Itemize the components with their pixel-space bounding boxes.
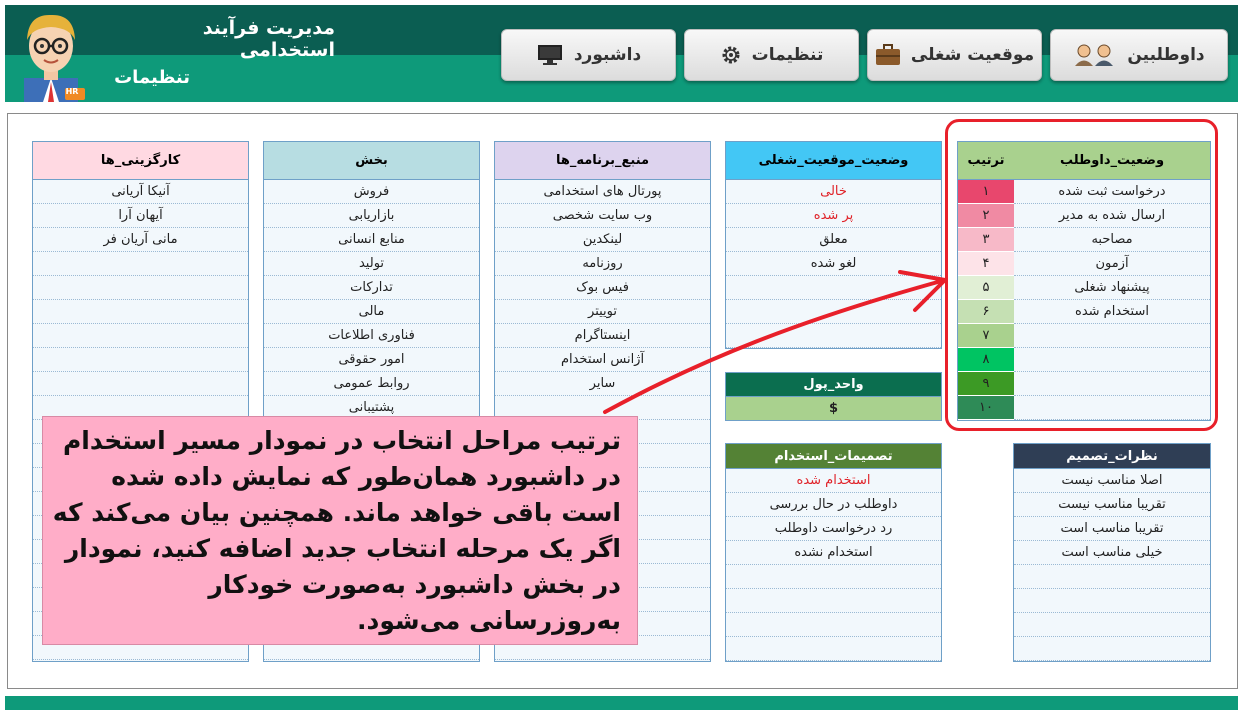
hiring-decision-cell[interactable]: استخدام نشده	[726, 541, 941, 565]
source-cell[interactable]: اینستاگرام	[495, 324, 710, 348]
department-cell[interactable]: روابط عمومی	[264, 372, 479, 396]
department-cell[interactable]: امور حقوقی	[264, 348, 479, 372]
department-cell[interactable]: فروش	[264, 180, 479, 204]
department-cell[interactable]: تدارکات	[264, 276, 479, 300]
currency-value-cell[interactable]: $	[726, 397, 941, 420]
footer-bar	[5, 696, 1238, 710]
decision-feedback-cell[interactable]: خیلی مناسب است	[1014, 541, 1210, 565]
nav-dashboard-button[interactable]: داشبورد	[501, 29, 676, 81]
nav-candidates-button[interactable]: داوطلبین	[1050, 29, 1228, 81]
decision-feedback-cell[interactable]: تقریبا مناسب نیست	[1014, 493, 1210, 517]
job-status-cell[interactable]: خالی	[726, 180, 941, 204]
decision-feedback-cell[interactable]	[1014, 589, 1210, 613]
app-title: مدیریت فرآیند استخدامی	[202, 17, 335, 61]
job-status-cell[interactable]	[726, 276, 941, 300]
hiring-firm-cell[interactable]: آنیکا آریانی	[33, 180, 248, 204]
hiring-decision-cell[interactable]: داوطلب در حال بررسی	[726, 493, 941, 517]
table-currency: واحد_پول $	[725, 372, 942, 421]
job-status-cell[interactable]: معلق	[726, 228, 941, 252]
table-departments-header: بخش	[264, 142, 479, 180]
hiring-decision-cell[interactable]	[726, 637, 941, 661]
nav-job-position-label: موقعیت شغلی	[910, 45, 1035, 65]
department-cell[interactable]: بازاریابی	[264, 204, 479, 228]
source-cell[interactable]: لینکدین	[495, 228, 710, 252]
nav-dashboard-label: داشبورد	[573, 45, 642, 65]
monitor-icon	[536, 44, 564, 66]
job-status-cell[interactable]	[726, 324, 941, 348]
hiring-firm-cell[interactable]	[33, 372, 248, 396]
table-decision-feedback-header: نظرات_تصمیم	[1014, 444, 1210, 469]
people-icon	[1073, 43, 1117, 67]
department-cell[interactable]: منابع انسانی	[264, 228, 479, 252]
decision-feedback-cell[interactable]: اصلا مناسب نیست	[1014, 469, 1210, 493]
table-hiring-decisions-header: تصمیمات_استخدام	[726, 444, 941, 469]
department-cell[interactable]: تولید	[264, 252, 479, 276]
hiring-decision-cell[interactable]: استخدام شده	[726, 469, 941, 493]
annotation-callout: ترتیب مراحل انتخاب در نمودار مسیر استخدا…	[42, 416, 638, 645]
annotation-highlight-box	[945, 119, 1218, 431]
decision-feedback-cell[interactable]	[1014, 613, 1210, 637]
table-hiring-decisions: تصمیمات_استخدام استخدام شده داوطلب در حال…	[725, 443, 942, 662]
source-cell[interactable]: پورتال های استخدامی	[495, 180, 710, 204]
hiring-firm-cell[interactable]	[33, 252, 248, 276]
source-cell[interactable]: فیس بوک	[495, 276, 710, 300]
source-cell[interactable]: وب سایت شخصی	[495, 204, 710, 228]
table-currency-header: واحد_پول	[726, 373, 941, 397]
gear-icon	[720, 44, 742, 66]
hiring-decision-cell[interactable]	[726, 613, 941, 637]
job-status-cell[interactable]	[726, 300, 941, 324]
table-hiring-firms-header: کارگزینی_ها	[33, 142, 248, 180]
source-cell[interactable]: توییتر	[495, 300, 710, 324]
job-status-cell[interactable]: پر شده	[726, 204, 941, 228]
decision-feedback-cell[interactable]	[1014, 637, 1210, 661]
hiring-decision-cell[interactable]	[726, 589, 941, 613]
hiring-firm-cell[interactable]	[33, 300, 248, 324]
source-cell[interactable]: روزنامه	[495, 252, 710, 276]
app-header: HR مدیریت فرآیند استخدامی تنظیمات داوطلب…	[5, 5, 1238, 102]
page-title: تنظیمات	[114, 67, 190, 88]
hiring-firm-cell[interactable]: آیهان آرا	[33, 204, 248, 228]
hiring-decision-cell[interactable]	[726, 565, 941, 589]
hiring-firm-cell[interactable]	[33, 348, 248, 372]
briefcase-icon	[875, 44, 901, 66]
nav-candidates-label: داوطلبین	[1127, 45, 1205, 65]
hiring-firm-cell[interactable]: مانی آریان فر	[33, 228, 248, 252]
table-decision-feedback: نظرات_تصمیم اصلا مناسب نیست تقریبا مناسب …	[1013, 443, 1211, 662]
hiring-firm-cell[interactable]	[33, 324, 248, 348]
table-job-status: وضعیت_موقعیت_شغلی خالی پر شده معلق لغو شده	[725, 141, 942, 349]
hr-badge: HR	[65, 87, 79, 96]
decision-feedback-cell[interactable]: تقریبا مناسب است	[1014, 517, 1210, 541]
source-cell[interactable]: سایر	[495, 372, 710, 396]
nav-settings-button[interactable]: تنظیمات	[684, 29, 859, 81]
source-cell[interactable]: آژانس استخدام	[495, 348, 710, 372]
department-cell[interactable]: فناوری اطلاعات	[264, 324, 479, 348]
job-status-cell[interactable]: لغو شده	[726, 252, 941, 276]
table-sources-header: منبع_برنامه_ها	[495, 142, 710, 180]
hiring-firm-cell[interactable]	[33, 276, 248, 300]
table-job-status-header: وضعیت_موقعیت_شغلی	[726, 142, 941, 180]
decision-feedback-cell[interactable]	[1014, 565, 1210, 589]
nav-job-position-button[interactable]: موقعیت شغلی	[867, 29, 1042, 81]
hiring-decision-cell[interactable]: رد درخواست داوطلب	[726, 517, 941, 541]
nav-settings-label: تنظیمات	[751, 45, 824, 65]
department-cell[interactable]: مالی	[264, 300, 479, 324]
